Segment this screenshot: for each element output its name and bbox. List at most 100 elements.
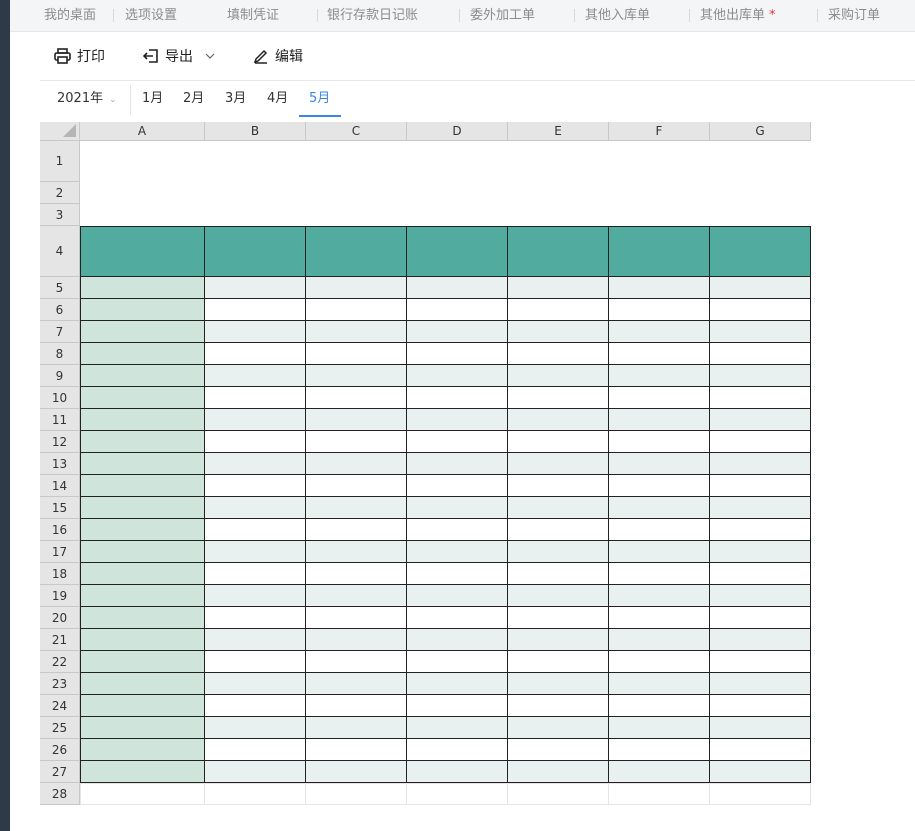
cell-d21[interactable] <box>406 628 508 651</box>
cell-c15[interactable] <box>305 496 407 519</box>
cell-b4[interactable] <box>204 226 306 277</box>
cell-f4[interactable] <box>608 226 710 277</box>
cell-a13[interactable] <box>80 452 205 475</box>
cell-a21[interactable] <box>80 628 205 651</box>
select-all-corner[interactable] <box>40 122 80 141</box>
cell-f6[interactable] <box>608 298 710 321</box>
cell-e16[interactable] <box>507 518 609 541</box>
cell-e11[interactable] <box>507 408 609 431</box>
column-header-c[interactable]: C <box>306 122 407 141</box>
cell-d28[interactable] <box>406 783 508 805</box>
cell-f26[interactable] <box>608 738 710 761</box>
cell-a24[interactable] <box>80 694 205 717</box>
cell-b17[interactable] <box>204 540 306 563</box>
row-header-20[interactable]: 20 <box>40 607 80 629</box>
row-header-14[interactable]: 14 <box>40 475 80 497</box>
cell-d10[interactable] <box>406 386 508 409</box>
cell-g18[interactable] <box>709 562 811 585</box>
cell-g13[interactable] <box>709 452 811 475</box>
cell-g21[interactable] <box>709 628 811 651</box>
cell-e22[interactable] <box>507 650 609 673</box>
cell-d13[interactable] <box>406 452 508 475</box>
cell-d17[interactable] <box>406 540 508 563</box>
cell-d5[interactable] <box>406 276 508 299</box>
cell-c14[interactable] <box>305 474 407 497</box>
cell-c25[interactable] <box>305 716 407 739</box>
cell-d11[interactable] <box>406 408 508 431</box>
cell-c10[interactable] <box>305 386 407 409</box>
cell-a5[interactable] <box>80 276 205 299</box>
column-header-e[interactable]: E <box>508 122 609 141</box>
cell-c21[interactable] <box>305 628 407 651</box>
cell-c20[interactable] <box>305 606 407 629</box>
row-header-24[interactable]: 24 <box>40 695 80 717</box>
cell-g1[interactable] <box>709 141 811 182</box>
cell-b18[interactable] <box>204 562 306 585</box>
cell-a23[interactable] <box>80 672 205 695</box>
row-header-11[interactable]: 11 <box>40 409 80 431</box>
cell-g7[interactable] <box>709 320 811 343</box>
cell-g19[interactable] <box>709 584 811 607</box>
cell-f1[interactable] <box>608 141 710 182</box>
cell-b15[interactable] <box>204 496 306 519</box>
row-header-23[interactable]: 23 <box>40 673 80 695</box>
cell-a12[interactable] <box>80 430 205 453</box>
cell-e13[interactable] <box>507 452 609 475</box>
cell-f18[interactable] <box>608 562 710 585</box>
tab-fill-voucher[interactable]: 填制凭证 <box>227 0 279 31</box>
cell-b9[interactable] <box>204 364 306 387</box>
cell-c24[interactable] <box>305 694 407 717</box>
cell-e12[interactable] <box>507 430 609 453</box>
cell-b13[interactable] <box>204 452 306 475</box>
cell-a15[interactable] <box>80 496 205 519</box>
row-header-10[interactable]: 10 <box>40 387 80 409</box>
cell-b7[interactable] <box>204 320 306 343</box>
row-header-18[interactable]: 18 <box>40 563 80 585</box>
cell-e20[interactable] <box>507 606 609 629</box>
cell-e8[interactable] <box>507 342 609 365</box>
month-tab-3[interactable]: 3月 <box>225 81 246 117</box>
row-header-26[interactable]: 26 <box>40 739 80 761</box>
cell-b12[interactable] <box>204 430 306 453</box>
cell-e25[interactable] <box>507 716 609 739</box>
cell-a1[interactable] <box>80 141 205 182</box>
column-header-b[interactable]: B <box>205 122 306 141</box>
row-header-1[interactable]: 1 <box>40 141 80 182</box>
tab-other-outbound[interactable]: 其他出库单 * <box>700 0 776 31</box>
row-header-8[interactable]: 8 <box>40 343 80 365</box>
row-header-9[interactable]: 9 <box>40 365 80 387</box>
cell-a9[interactable] <box>80 364 205 387</box>
cell-f13[interactable] <box>608 452 710 475</box>
cell-g25[interactable] <box>709 716 811 739</box>
cell-a19[interactable] <box>80 584 205 607</box>
cell-d16[interactable] <box>406 518 508 541</box>
cell-e4[interactable] <box>507 226 609 277</box>
cell-e5[interactable] <box>507 276 609 299</box>
cell-d23[interactable] <box>406 672 508 695</box>
spreadsheet[interactable]: A B C D E F G 1 2 3 4 5 6 7 8 9 10 11 12 13 14 15 16 17 18 19 20 21… <box>40 122 811 805</box>
cell-b14[interactable] <box>204 474 306 497</box>
cell-d12[interactable] <box>406 430 508 453</box>
cell-c26[interactable] <box>305 738 407 761</box>
cell-c12[interactable] <box>305 430 407 453</box>
cell-b21[interactable] <box>204 628 306 651</box>
cell-b27[interactable] <box>204 760 306 783</box>
cell-b16[interactable] <box>204 518 306 541</box>
cell-d4[interactable] <box>406 226 508 277</box>
cell-d15[interactable] <box>406 496 508 519</box>
month-tab-2[interactable]: 2月 <box>183 81 204 117</box>
cell-a18[interactable] <box>80 562 205 585</box>
cell-d8[interactable] <box>406 342 508 365</box>
cell-f8[interactable] <box>608 342 710 365</box>
cell-g14[interactable] <box>709 474 811 497</box>
cell-f5[interactable] <box>608 276 710 299</box>
cell-f16[interactable] <box>608 518 710 541</box>
cell-d27[interactable] <box>406 760 508 783</box>
cell-e3[interactable] <box>507 204 609 226</box>
cell-f21[interactable] <box>608 628 710 651</box>
cell-e7[interactable] <box>507 320 609 343</box>
cell-g27[interactable] <box>709 760 811 783</box>
cell-f14[interactable] <box>608 474 710 497</box>
cell-b19[interactable] <box>204 584 306 607</box>
cell-b22[interactable] <box>204 650 306 673</box>
